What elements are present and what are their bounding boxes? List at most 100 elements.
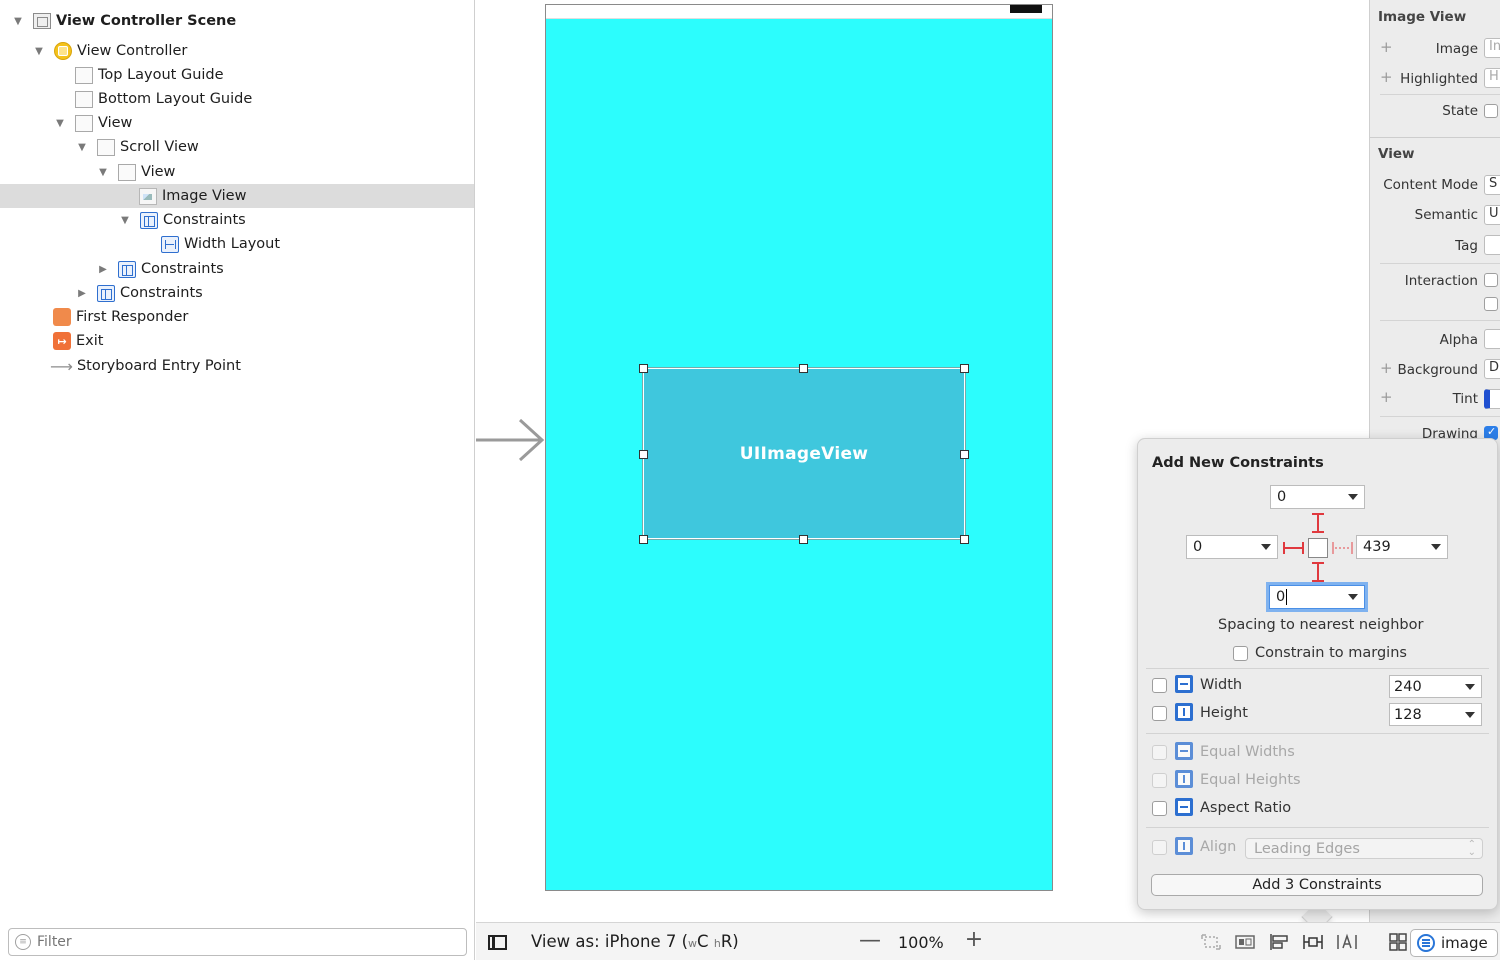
highlighted-field[interactable]: H (1484, 68, 1500, 88)
leading-spacing-combo[interactable]: 0 (1186, 535, 1278, 559)
view-as-device-button[interactable]: View as: iPhone 7 (wC hR) (531, 932, 739, 951)
bottom-constraint-strut[interactable] (1312, 562, 1324, 582)
height-combo[interactable]: 128 (1389, 703, 1482, 726)
leading-constraint-strut[interactable] (1283, 542, 1304, 554)
outline-row-exit[interactable]: ↦ Exit (0, 329, 474, 353)
view-icon (118, 163, 136, 181)
outline-row-label: Scroll View (120, 139, 199, 155)
dropdown-arrow-icon[interactable] (1465, 712, 1475, 718)
aspect-ratio-checkbox[interactable] (1152, 801, 1167, 816)
stepper-arrows-icon[interactable]: ⌃ ⌄ (1468, 840, 1476, 858)
add-variation-icon[interactable]: + (1380, 68, 1393, 86)
equal-widths-checkbox[interactable] (1152, 745, 1167, 760)
filter-icon: ≡ (15, 934, 31, 950)
image-field[interactable]: In (1484, 38, 1500, 58)
disclosure-collapsed-icon[interactable]: ▶ (76, 287, 88, 299)
bottom-spacing-combo[interactable]: 0 (1266, 582, 1368, 612)
constrain-to-margins-checkbox[interactable] (1233, 646, 1248, 661)
width-combo[interactable]: 240 (1389, 675, 1482, 698)
tag-field[interactable] (1484, 235, 1500, 255)
outline-row-width-layout[interactable]: Width Layout (0, 232, 474, 256)
outline-row-view[interactable]: ▼ View (0, 111, 474, 135)
resize-handle-top[interactable] (799, 364, 808, 373)
content-mode-select[interactable]: S (1484, 175, 1500, 195)
add-variation-icon[interactable]: + (1380, 359, 1393, 377)
resize-handle-top-right[interactable] (960, 364, 969, 373)
add-new-constraints-icon[interactable] (1302, 933, 1324, 951)
outline-row-label: View Controller Scene (56, 13, 237, 29)
outline-row-scene[interactable]: ▼ View Controller Scene (0, 9, 474, 33)
align-constraints-icon[interactable] (1268, 933, 1290, 951)
add-variation-icon[interactable]: + (1380, 388, 1393, 406)
image-view-element[interactable]: UIImageView (642, 367, 966, 540)
resize-handle-bottom-left[interactable] (639, 535, 648, 544)
multiple-touch-checkbox[interactable] (1484, 297, 1498, 311)
height-checkbox[interactable] (1152, 706, 1167, 721)
toggle-outline-icon[interactable] (488, 935, 507, 950)
alpha-field[interactable] (1484, 329, 1500, 349)
outline-row-constraints-image[interactable]: ▼ Constraints (0, 208, 474, 232)
grid-view-icon[interactable] (1388, 932, 1408, 952)
outline-row-label: Top Layout Guide (98, 67, 224, 83)
outline-row-entry-point[interactable]: ⟶ Storyboard Entry Point (0, 354, 474, 378)
dropdown-arrow-icon[interactable] (1348, 494, 1358, 500)
image-label: Image (1435, 41, 1478, 57)
disclosure-expanded-icon[interactable]: ▼ (76, 141, 88, 153)
filter-field[interactable]: ≡ (8, 928, 467, 956)
interaction-label: Interaction (1404, 273, 1478, 289)
zoom-out-button[interactable]: — (859, 928, 881, 953)
storyboard-entry-arrow-icon[interactable] (476, 416, 546, 464)
constrain-to-margins-label: Constrain to margins (1255, 645, 1407, 661)
outline-row-constraints-scroll[interactable]: ▶ Constraints (0, 281, 474, 305)
dropdown-arrow-icon[interactable] (1348, 594, 1358, 600)
outline-row-top-layout-guide[interactable]: Top Layout Guide (0, 63, 474, 87)
outline-row-content-view[interactable]: ▼ View (0, 160, 474, 184)
align-checkbox[interactable] (1152, 840, 1167, 855)
trailing-spacing-combo[interactable]: 439 (1356, 535, 1448, 559)
resize-handle-left[interactable] (639, 450, 648, 459)
outline-row-bottom-layout-guide[interactable]: Bottom Layout Guide (0, 87, 474, 111)
outline-row-constraints-content[interactable]: ▶ Constraints (0, 257, 474, 281)
dropdown-arrow-icon[interactable] (1261, 544, 1271, 550)
zoom-in-button[interactable]: + (964, 927, 984, 952)
highlighted-state-checkbox[interactable] (1484, 104, 1498, 118)
top-spacing-combo[interactable]: 0 (1270, 485, 1365, 509)
zoom-level[interactable]: 100% (898, 933, 944, 952)
equal-heights-checkbox[interactable] (1152, 773, 1167, 788)
resize-handle-bottom-right[interactable] (960, 535, 969, 544)
outline-row-label: View (141, 164, 176, 180)
resize-handle-right[interactable] (960, 450, 969, 459)
add-variation-icon[interactable]: + (1380, 38, 1393, 56)
resolve-layout-issues-icon[interactable] (1336, 933, 1358, 951)
dropdown-arrow-icon[interactable] (1431, 544, 1441, 550)
disclosure-expanded-icon[interactable]: ▼ (54, 117, 66, 129)
resize-handle-bottom[interactable] (799, 535, 808, 544)
resize-handle-top-left[interactable] (639, 364, 648, 373)
disclosure-expanded-icon[interactable]: ▼ (12, 15, 24, 27)
bottom-spacing-value[interactable]: 0 (1276, 589, 1285, 605)
outline-row-image-view[interactable]: Image View (0, 184, 474, 208)
outline-row-view-controller[interactable]: ▼ View Controller (0, 39, 474, 63)
disclosure-collapsed-icon[interactable]: ▶ (97, 263, 109, 275)
semantic-select[interactable]: U (1484, 205, 1500, 225)
dropdown-arrow-icon[interactable] (1465, 684, 1475, 690)
background-color-select[interactable]: D (1484, 359, 1500, 379)
disclosure-expanded-icon[interactable]: ▼ (97, 166, 109, 178)
outline-row-scroll-view[interactable]: ▼ Scroll View (0, 135, 474, 159)
embed-in-stack-icon[interactable] (1234, 933, 1256, 951)
tint-color-select[interactable] (1484, 389, 1500, 409)
outline-row-first-responder[interactable]: First Responder (0, 305, 474, 329)
disclosure-expanded-icon[interactable]: ▼ (33, 45, 45, 57)
user-interaction-checkbox[interactable] (1484, 273, 1498, 287)
top-constraint-strut[interactable] (1312, 513, 1324, 533)
align-select[interactable]: Leading Edges ⌃ ⌄ (1245, 838, 1483, 859)
width-checkbox[interactable] (1152, 678, 1167, 693)
filter-input[interactable] (37, 934, 457, 950)
trailing-constraint-strut[interactable] (1332, 542, 1353, 554)
update-frames-icon[interactable] (1200, 933, 1222, 951)
width-constraint-icon (161, 235, 179, 253)
media-library-filter[interactable]: image (1410, 929, 1498, 957)
constraints-icon (140, 211, 158, 229)
disclosure-expanded-icon[interactable]: ▼ (119, 214, 131, 226)
add-constraints-button[interactable]: Add 3 Constraints (1151, 874, 1483, 896)
